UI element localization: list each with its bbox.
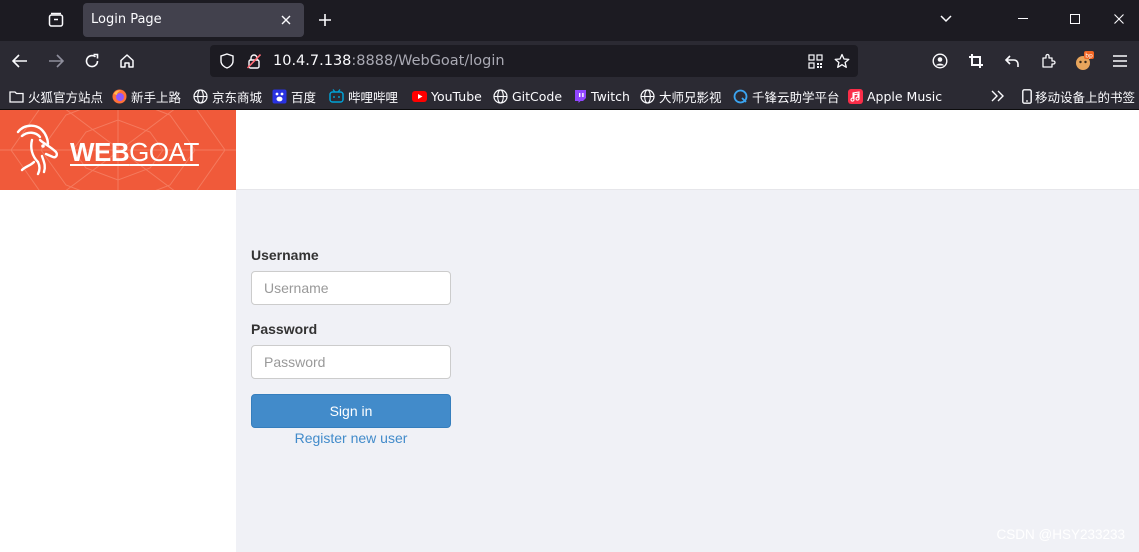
folder-icon <box>9 89 24 104</box>
bookmarks-toolbar: 火狐官方站点 新手上路 京东商城 百度 哔哩哔哩 YouTube GitCode… <box>0 81 1139 110</box>
bookmark-item[interactable]: Apple Music <box>848 87 942 105</box>
bookmarks-overflow-icon[interactable] <box>991 87 1005 105</box>
tracking-shield-icon[interactable] <box>216 50 238 72</box>
back-icon[interactable] <box>6 47 34 75</box>
bookmark-star-icon[interactable] <box>831 50 853 72</box>
left-sidebar <box>0 190 236 552</box>
bookmark-label: 新手上路 <box>131 89 182 105</box>
tab-overview-icon[interactable] <box>40 6 72 34</box>
baidu-icon <box>272 89 287 104</box>
insecure-lock-icon[interactable] <box>243 50 265 72</box>
password-input[interactable] <box>251 345 451 379</box>
bookmark-label: 百度 <box>291 89 317 105</box>
url-text: 10.4.7.138:8888/WebGoat/login <box>273 53 505 69</box>
csdn-watermark: CSDN @HSY233233 <box>996 527 1125 542</box>
globe-icon <box>640 88 655 104</box>
bookmark-item[interactable]: 新手上路 <box>112 87 181 105</box>
bookmark-item[interactable]: 火狐官方站点 <box>9 87 103 105</box>
mobile-device-icon <box>1021 88 1032 104</box>
qianfeng-icon <box>733 89 748 104</box>
bookmark-label: 火狐官方站点 <box>28 89 104 105</box>
password-label: Password <box>251 321 318 337</box>
svg-text:bp: bp <box>1085 53 1093 60</box>
tab-list-chevron-icon[interactable] <box>923 0 969 38</box>
url-bar[interactable]: 10.4.7.138:8888/WebGoat/login <box>210 45 858 77</box>
bookmark-label: Apple Music <box>867 88 943 104</box>
webgoat-logo-text[interactable]: WEBGOAT <box>70 137 199 168</box>
bookmark-label: Twitch <box>591 88 630 104</box>
globe-icon <box>193 88 208 104</box>
bookmark-item[interactable]: Twitch <box>572 87 630 105</box>
bookmark-item[interactable]: 哔哩哔哩 <box>329 87 398 105</box>
bookmark-label: 千锋云助学平台 <box>752 89 840 105</box>
burp-extension-icon[interactable]: bp <box>1070 47 1098 75</box>
main-content: Username Password Sign in Register new u… <box>236 190 1139 552</box>
register-new-user-link[interactable]: Register new user <box>251 430 451 446</box>
bookmark-item[interactable]: YouTube <box>412 87 482 105</box>
mobile-bookmarks[interactable]: 移动设备上的书签 <box>1021 87 1135 105</box>
close-window-icon[interactable] <box>1096 0 1139 38</box>
bookmark-item[interactable]: 百度 <box>272 87 316 105</box>
maximize-icon[interactable] <box>1052 0 1098 38</box>
top-navbar <box>236 110 1139 190</box>
webgoat-page: WEBGOAT Username Password Sign in Regist… <box>0 110 1139 552</box>
bookmark-item[interactable]: 京东商城 <box>193 87 262 105</box>
bilibili-icon <box>329 89 344 104</box>
active-tab[interactable]: Login Page <box>83 3 304 37</box>
bookmark-label: 大师兄影视 <box>659 89 722 105</box>
bookmark-item[interactable]: GitCode <box>493 87 562 105</box>
bookmark-label: GitCode <box>512 88 563 104</box>
twitch-icon <box>572 89 587 104</box>
minimize-icon[interactable] <box>1000 0 1046 38</box>
reload-icon[interactable] <box>78 47 106 75</box>
bookmark-label: 京东商城 <box>212 89 263 105</box>
qr-code-icon[interactable] <box>804 50 826 72</box>
forward-icon[interactable] <box>42 47 70 75</box>
bookmark-label: YouTube <box>431 88 482 104</box>
extensions-icon[interactable] <box>1034 47 1062 75</box>
new-tab-icon[interactable] <box>310 6 340 34</box>
bookmark-item[interactable]: 大师兄影视 <box>640 87 722 105</box>
goat-logo-icon <box>16 124 58 176</box>
apple-music-icon <box>848 88 863 104</box>
screenshot-crop-icon[interactable] <box>962 47 990 75</box>
app-menu-icon[interactable] <box>1106 47 1134 75</box>
navigation-toolbar: 10.4.7.138:8888/WebGoat/login bp <box>0 41 1139 81</box>
firefox-icon <box>112 89 127 104</box>
globe-icon <box>493 88 508 104</box>
undo-arrow-icon[interactable] <box>998 47 1026 75</box>
youtube-icon <box>412 89 427 104</box>
brand-header: WEBGOAT <box>0 110 236 190</box>
close-tab-icon[interactable] <box>274 8 298 32</box>
home-icon[interactable] <box>113 47 141 75</box>
sign-in-button[interactable]: Sign in <box>251 394 451 428</box>
mobile-bookmarks-label: 移动设备上的书签 <box>1035 89 1136 105</box>
tab-bar: Login Page <box>0 0 1139 41</box>
bookmark-label: 哔哩哔哩 <box>348 89 399 105</box>
username-input[interactable] <box>251 271 451 305</box>
bookmark-item[interactable]: 千锋云助学平台 <box>733 87 840 105</box>
username-label: Username <box>251 247 319 263</box>
tab-title: Login Page <box>91 12 162 27</box>
account-icon[interactable] <box>926 47 954 75</box>
